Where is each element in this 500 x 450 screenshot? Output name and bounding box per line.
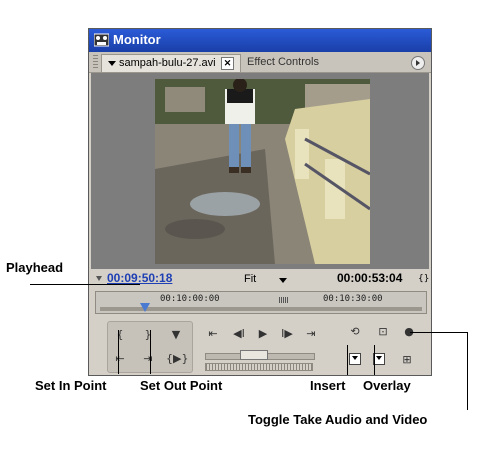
duration-timecode: 00:00:53:04 [337, 271, 403, 285]
go-to-next-marker-icon[interactable]: ⇥ [303, 327, 319, 341]
step-forward-icon[interactable]: Ⅰ▶ [279, 327, 295, 341]
step-back-icon[interactable]: ◀Ⅰ [231, 327, 247, 341]
safe-margins-icon[interactable]: ⊡ [375, 325, 391, 339]
monitor-window: Monitor sampah-bulu-27.avi ✕ Effect Cont… [88, 28, 432, 376]
callout-line [467, 332, 468, 410]
current-timecode[interactable]: 00:09:50:18 [107, 271, 172, 285]
tab-source-clip[interactable]: sampah-bulu-27.avi ✕ [101, 54, 241, 72]
shuttle-knob[interactable] [240, 350, 268, 360]
insert-icon[interactable] [349, 353, 361, 365]
set-in-point-icon[interactable]: { [112, 328, 128, 342]
timecode-menu-icon[interactable] [96, 276, 102, 281]
panel-grip[interactable] [93, 55, 98, 69]
callout-line [374, 345, 375, 375]
marker-icon[interactable]: ▼ [168, 328, 184, 342]
zoom-handle[interactable] [279, 297, 289, 303]
playhead[interactable] [140, 303, 150, 312]
video-viewer [91, 73, 429, 269]
callout-playhead: Playhead [6, 260, 64, 275]
timecode-row: 00:09:50:18 Fit 00:00:53:04 {} [89, 269, 431, 289]
go-to-previous-marker-icon[interactable]: ⇤ [205, 327, 221, 341]
in-out-duration-icon: {} [418, 274, 430, 284]
tab-effect-controls[interactable]: Effect Controls [247, 56, 319, 68]
callout-line [30, 284, 140, 285]
title-bar[interactable]: Monitor [89, 29, 431, 52]
video-frame [155, 79, 370, 264]
loop-icon[interactable]: ⟲ [347, 325, 363, 339]
callout-insert: Insert [310, 378, 346, 393]
callout-line [150, 330, 151, 374]
tab-close-icon[interactable]: ✕ [221, 57, 234, 70]
go-to-out-point-icon[interactable]: ⇥ [140, 352, 156, 366]
callout-line [410, 332, 468, 333]
callout-line [118, 330, 119, 374]
transport-controls: { } ▼ ⇤ ⇥ {▶} ⇤ ◀Ⅰ ▶ Ⅰ▶ ⇥ ⟲ ⊡ ● ⊞ [95, 317, 427, 373]
callout-line [347, 345, 348, 375]
callout-set-out-point: Set Out Point [140, 378, 223, 393]
toggle-take-icon[interactable]: ⊞ [399, 353, 415, 367]
go-to-in-point-icon[interactable]: ⇤ [112, 352, 128, 366]
ruler-label: 00:10:00:00 [160, 294, 220, 304]
tab-row: sampah-bulu-27.avi ✕ Effect Controls [89, 52, 431, 73]
callout-set-in-point: Set In Point [35, 378, 107, 393]
ruler-label: 00:10:30:00 [323, 294, 383, 304]
play-in-to-out-icon[interactable]: {▶} [166, 352, 188, 366]
callout-overlay: Overlay [363, 378, 411, 393]
play-icon[interactable]: ▶ [255, 327, 271, 341]
zoom-select[interactable]: Fit [244, 273, 256, 285]
jog-disk[interactable] [205, 363, 313, 371]
time-ruler[interactable]: 00:10:00:00 00:10:30:00 [95, 291, 427, 314]
panel-menu-icon[interactable] [411, 56, 425, 70]
window-title: Monitor [113, 32, 161, 47]
chevron-down-icon[interactable] [279, 278, 287, 283]
tab-label: sampah-bulu-27.avi [119, 57, 216, 69]
tab-dropdown-icon[interactable] [108, 61, 116, 66]
callout-toggle-take: Toggle Take Audio and Video [248, 412, 428, 427]
monitor-app-icon [94, 33, 109, 47]
set-out-point-icon[interactable]: } [140, 328, 156, 342]
